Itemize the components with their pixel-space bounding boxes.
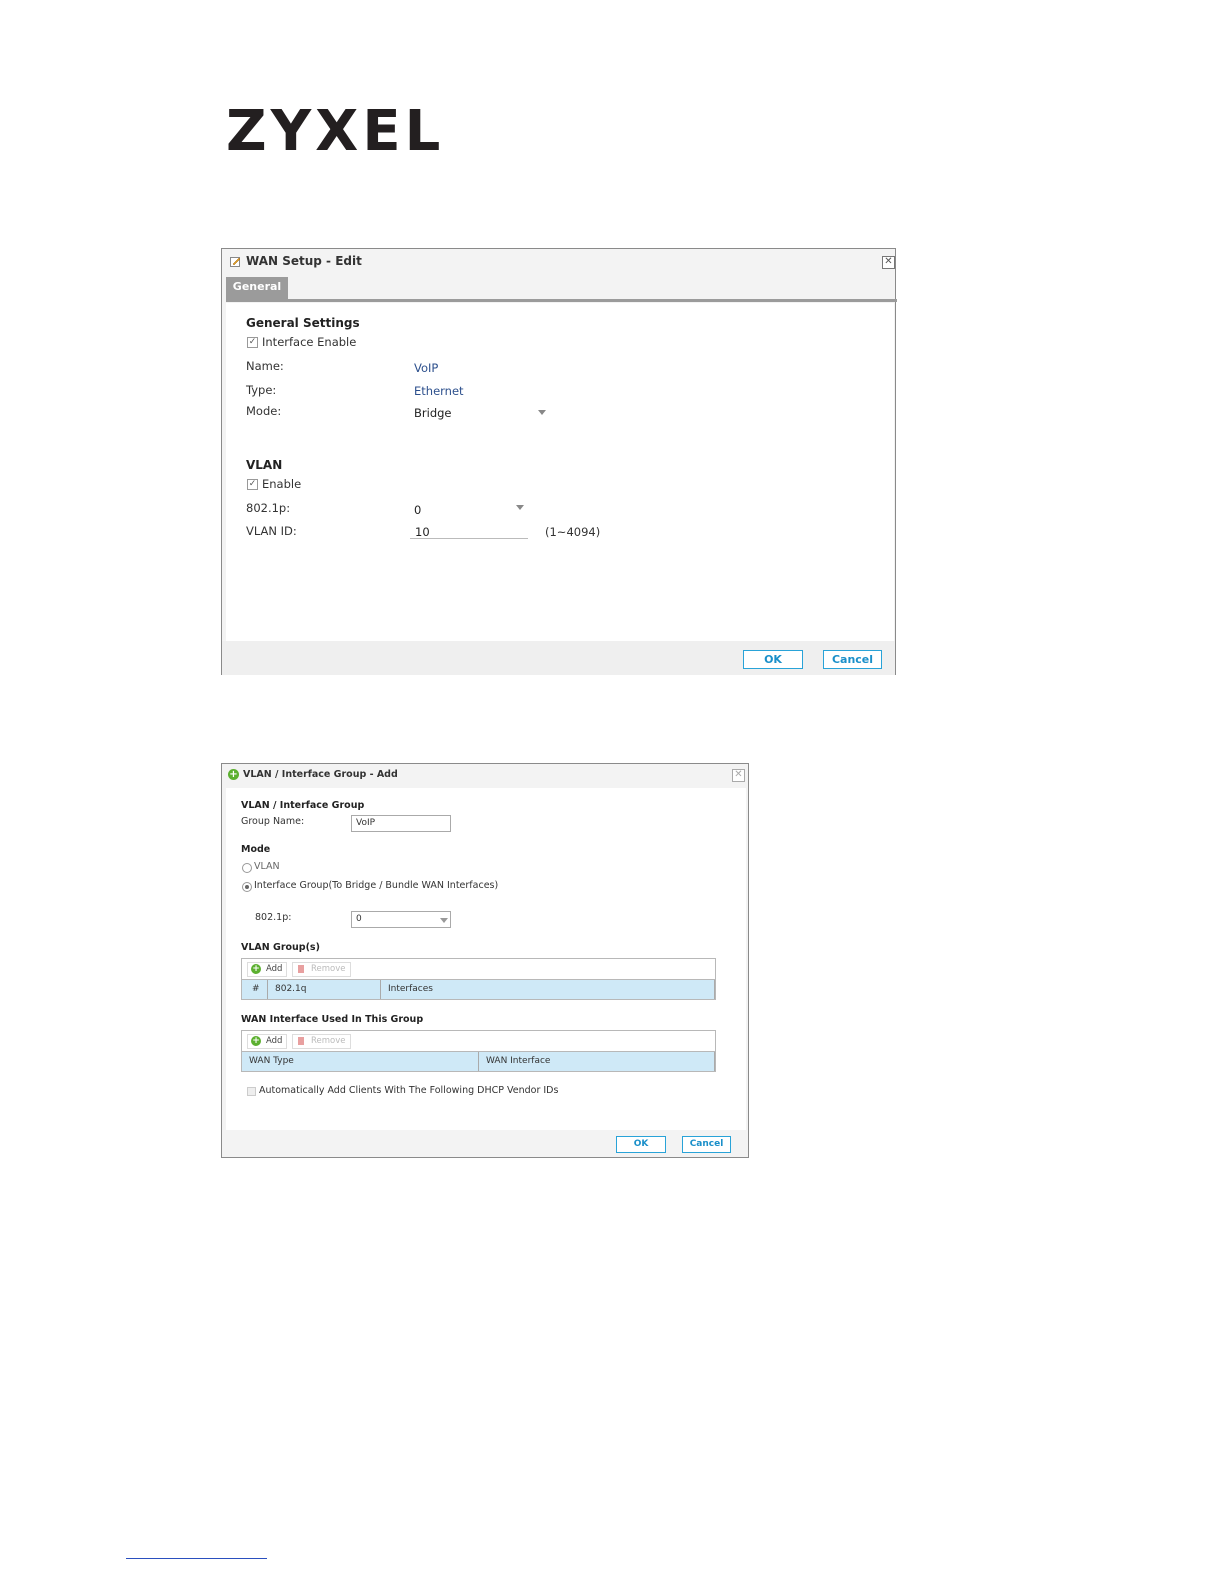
group-name-input[interactable]: VoIP bbox=[351, 815, 451, 832]
remove-button[interactable]: Remove bbox=[292, 1034, 351, 1049]
auto-add-clients-checkbox[interactable] bbox=[247, 1087, 256, 1096]
trash-icon bbox=[298, 1037, 304, 1045]
edit-icon bbox=[230, 257, 241, 267]
vlan-id-range-hint: (1~4094) bbox=[545, 525, 601, 539]
dialog-titlebar: WAN Setup - Edit ✕ bbox=[222, 249, 895, 275]
p8021-label: 802.1p: bbox=[255, 912, 292, 923]
zyxel-logo: ZYXEL bbox=[226, 99, 445, 164]
table-header: WAN Type WAN Interface bbox=[242, 1052, 715, 1071]
tab-bar: General bbox=[226, 277, 897, 302]
general-settings-heading: General Settings bbox=[246, 316, 360, 330]
close-icon[interactable]: ✕ bbox=[732, 769, 745, 782]
dialog-footer: OK Cancel bbox=[222, 641, 895, 675]
dialog-content: VLAN / Interface Group Group Name: VoIP … bbox=[226, 788, 746, 1130]
dialog-title: WAN Setup - Edit bbox=[246, 254, 362, 268]
table-toolbar: + Add Remove bbox=[242, 959, 715, 980]
name-value: VoIP bbox=[414, 361, 439, 375]
add-icon: + bbox=[228, 769, 239, 780]
remove-label: Remove bbox=[311, 1036, 346, 1046]
add-label: Add bbox=[266, 964, 283, 974]
column-header-8021q[interactable]: 802.1q bbox=[268, 980, 381, 999]
vlan-groups-heading: VLAN Group(s) bbox=[241, 942, 320, 953]
ok-button[interactable]: OK bbox=[743, 650, 803, 669]
vlan-enable-label: Enable bbox=[262, 477, 302, 491]
p8021-select-value: 0 bbox=[414, 503, 422, 517]
interface-enable-label: Interface Enable bbox=[262, 335, 357, 349]
chevron-down-icon bbox=[440, 918, 448, 923]
mode-interface-group-radio[interactable] bbox=[242, 882, 252, 892]
type-label: Type: bbox=[246, 383, 277, 397]
p8021-label: 802.1p: bbox=[246, 501, 291, 515]
table-header: # 802.1q Interfaces bbox=[242, 980, 715, 999]
mode-label: Mode: bbox=[246, 404, 282, 418]
p8021-select[interactable]: 0 bbox=[412, 501, 530, 519]
remove-label: Remove bbox=[311, 964, 346, 974]
auto-add-clients-label: Automatically Add Clients With The Follo… bbox=[259, 1085, 559, 1096]
dialog-title: VLAN / Interface Group - Add bbox=[243, 769, 398, 780]
wan-setup-edit-dialog: WAN Setup - Edit ✕ General General Setti… bbox=[221, 248, 897, 675]
mode-select-value: Bridge bbox=[414, 406, 452, 420]
chevron-down-icon bbox=[538, 410, 546, 415]
remove-button[interactable]: Remove bbox=[292, 962, 351, 977]
p8021-select[interactable]: 0 bbox=[351, 911, 451, 928]
tab-general[interactable]: General bbox=[226, 277, 288, 299]
footer-link-underline bbox=[126, 1558, 267, 1559]
type-value: Ethernet bbox=[414, 384, 464, 398]
cancel-button[interactable]: Cancel bbox=[682, 1136, 731, 1153]
dialog-content: General Settings ✓ Interface Enable Name… bbox=[226, 303, 894, 641]
wan-interface-heading: WAN Interface Used In This Group bbox=[241, 1014, 424, 1025]
name-label: Name: bbox=[246, 359, 284, 373]
trash-icon bbox=[298, 965, 304, 973]
vlan-id-label: VLAN ID: bbox=[246, 524, 297, 538]
vlan-heading: VLAN bbox=[246, 458, 283, 472]
add-icon: + bbox=[251, 1036, 261, 1046]
mode-select[interactable]: Bridge bbox=[412, 403, 552, 421]
interface-enable-checkbox[interactable]: ✓ bbox=[247, 337, 258, 348]
ok-button[interactable]: OK bbox=[616, 1136, 666, 1153]
close-icon[interactable]: ✕ bbox=[882, 256, 895, 269]
column-header-wan-type[interactable]: WAN Type bbox=[242, 1052, 479, 1071]
column-header-interfaces[interactable]: Interfaces bbox=[381, 980, 715, 999]
wan-interface-table: + Add Remove WAN Type WAN Interface bbox=[241, 1030, 716, 1072]
group-name-label: Group Name: bbox=[241, 816, 305, 827]
add-label: Add bbox=[266, 1036, 283, 1046]
vlan-interface-group-heading: VLAN / Interface Group bbox=[241, 800, 365, 811]
add-button[interactable]: + Add bbox=[247, 962, 288, 977]
vlan-enable-checkbox[interactable]: ✓ bbox=[247, 479, 258, 490]
cancel-button[interactable]: Cancel bbox=[823, 650, 882, 669]
mode-interface-group-label: Interface Group(To Bridge / Bundle WAN I… bbox=[254, 880, 499, 891]
mode-heading: Mode bbox=[241, 844, 271, 855]
column-header-number[interactable]: # bbox=[242, 980, 268, 999]
vlan-groups-table: + Add Remove # 802.1q Interfaces bbox=[241, 958, 716, 1000]
add-icon: + bbox=[251, 964, 261, 974]
add-button[interactable]: + Add bbox=[247, 1034, 288, 1049]
vlan-id-input[interactable]: 10 bbox=[410, 521, 528, 539]
mode-vlan-radio[interactable] bbox=[242, 863, 252, 873]
vlan-id-input-value: 10 bbox=[415, 525, 430, 539]
mode-vlan-label: VLAN bbox=[254, 861, 280, 872]
column-header-wan-interface[interactable]: WAN Interface bbox=[479, 1052, 715, 1071]
p8021-select-value: 0 bbox=[356, 914, 362, 924]
input-underline bbox=[410, 538, 528, 539]
chevron-down-icon bbox=[516, 505, 524, 510]
table-toolbar: + Add Remove bbox=[242, 1031, 715, 1052]
vlan-interface-group-add-dialog: + VLAN / Interface Group - Add ✕ VLAN / … bbox=[221, 763, 749, 1158]
